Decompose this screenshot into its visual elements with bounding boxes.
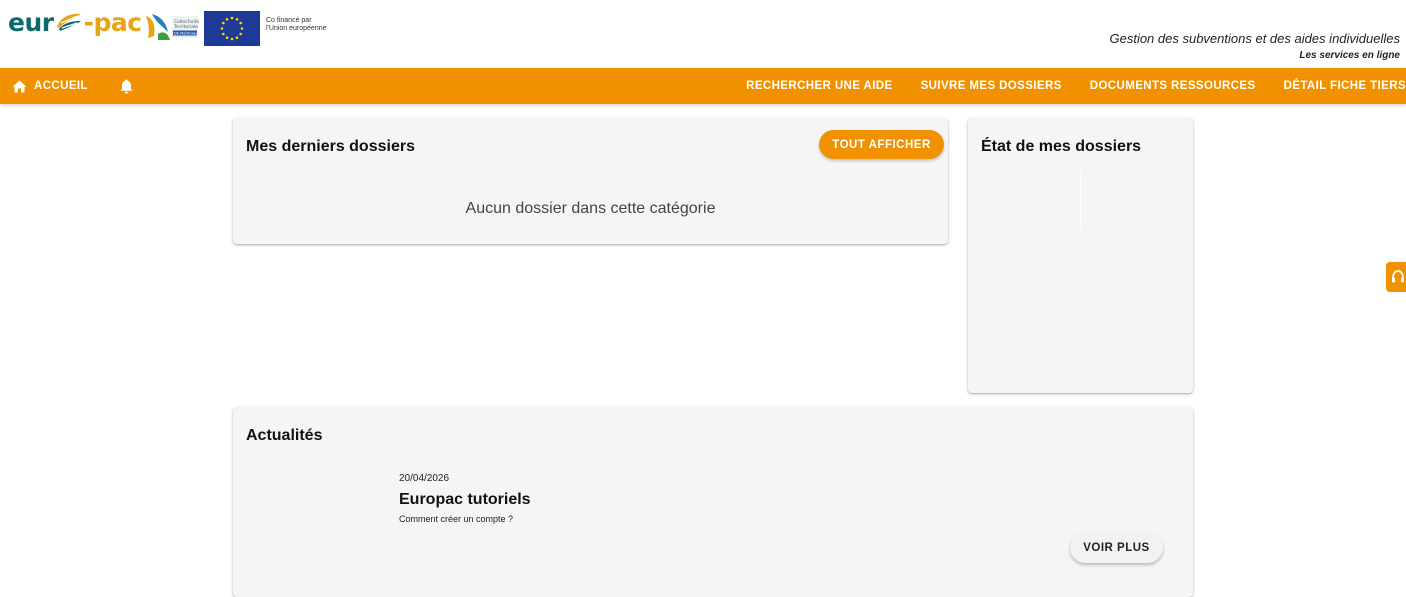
dossiers-card-title: Mes derniers dossiers <box>246 138 415 155</box>
help-tab[interactable] <box>1386 262 1406 292</box>
nav-home-label: ACCUEIL <box>34 80 88 92</box>
news-card: Actualités 20/04/2026 Europac tutoriels … <box>233 407 1193 597</box>
svg-text:Territoriale: Territoriale <box>173 24 198 30</box>
nav-suivre-dossiers[interactable]: SUIVRE MES DOSSIERS <box>921 80 1062 92</box>
europac-logo[interactable]: eur -pac <box>8 10 142 36</box>
site-title: Gestion des subventions et des aides ind… <box>1109 31 1400 46</box>
empty-message: Aucun dossier dans cette catégorie <box>465 200 716 217</box>
news-card-title: Actualités <box>246 427 323 444</box>
bell-icon <box>120 79 133 94</box>
nav-documents-ressources[interactable]: DOCUMENTS RESSOURCES <box>1090 80 1256 92</box>
cofinance-line2: l'Union européenne <box>266 25 327 32</box>
news-text: Comment créer un compte ? <box>399 514 514 524</box>
nav-detail-fiche-tiers[interactable]: DÉTAIL FICHE TIERS <box>1284 80 1406 92</box>
logo-text-left: eur <box>8 8 54 37</box>
home-icon <box>12 80 27 93</box>
dossiers-card: Mes derniers dossiers TOUT AFFICHER Aucu… <box>233 118 948 244</box>
cofinance-text: Co financé par l'Union européenne <box>266 17 327 33</box>
site-subtitle: Les services en ligne <box>1299 50 1400 61</box>
cofinance-line1: Co financé par <box>266 17 312 24</box>
nav-right: RECHERCHER UNE AIDE SUIVRE MES DOSSIERS … <box>718 68 1406 104</box>
etat-card: État de mes dossiers <box>968 118 1193 393</box>
eu-flag <box>204 11 260 46</box>
notifications-button[interactable] <box>120 79 133 94</box>
show-all-button[interactable]: TOUT AFFICHER <box>819 130 944 159</box>
svg-text:Collectivité: Collectivité <box>174 18 199 25</box>
nav-rechercher-aide[interactable]: RECHERCHER UNE AIDE <box>746 80 892 92</box>
nav-home[interactable]: ACCUEIL <box>12 80 88 93</box>
collectivite-logo: Collectivité Territoriale DE Martinique <box>144 12 200 42</box>
news-date: 20/04/2026 <box>399 473 450 484</box>
svg-text:DE Martinique: DE Martinique <box>174 32 200 36</box>
nav-left: ACCUEIL <box>12 68 133 104</box>
etat-card-title: État de mes dossiers <box>981 138 1142 155</box>
logo-text-right: -pac <box>83 8 142 37</box>
leaf-icon <box>55 10 83 37</box>
headset-icon <box>1391 270 1405 284</box>
news-title[interactable]: Europac tutoriels <box>399 491 531 509</box>
site-heading: Gestion des subventions et des aides ind… <box>1109 30 1400 64</box>
news-item[interactable]: 20/04/2026 Europac tutoriels Comment cré… <box>399 473 531 524</box>
more-button[interactable]: VOIR PLUS <box>1070 532 1163 563</box>
header: eur -pac Collectivité Territoriale DE Ma… <box>0 0 1406 68</box>
main-nav: ACCUEIL RECHERCHER UNE AIDE SUIVRE MES D… <box>0 68 1406 104</box>
etat-chart-area <box>1080 172 1081 228</box>
